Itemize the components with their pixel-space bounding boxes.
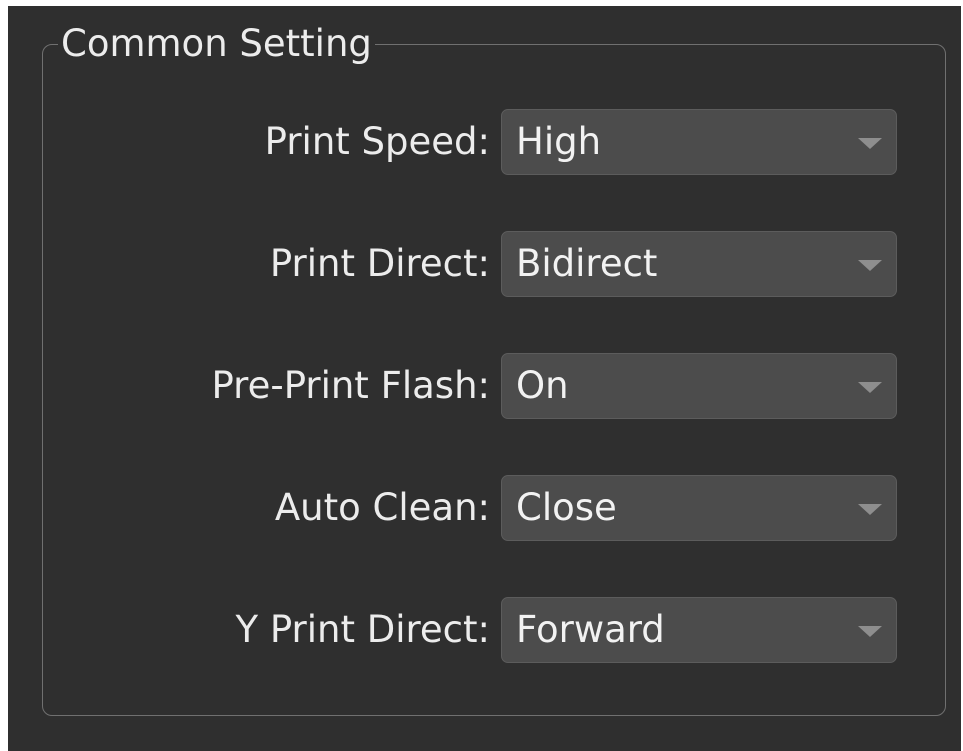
print-direct-value: Bidirect <box>516 242 658 285</box>
chevron-down-icon[interactable] <box>858 504 882 515</box>
y-print-direct-label: Y Print Direct: <box>235 608 490 651</box>
settings-panel: Common Setting Print Speed: High Print D… <box>8 6 961 751</box>
print-direct-dropdown[interactable]: Bidirect <box>501 231 897 297</box>
chevron-down-icon[interactable] <box>858 260 882 271</box>
print-direct-row: Print Direct: Bidirect <box>8 231 961 297</box>
chevron-down-icon[interactable] <box>858 138 882 149</box>
pre-print-flash-label: Pre-Print Flash: <box>211 364 490 407</box>
print-speed-dropdown[interactable]: High <box>501 109 897 175</box>
y-print-direct-dropdown[interactable]: Forward <box>501 597 897 663</box>
pre-print-flash-row: Pre-Print Flash: On <box>8 353 961 419</box>
chevron-down-icon[interactable] <box>858 626 882 637</box>
auto-clean-value: Close <box>516 486 617 529</box>
print-direct-label: Print Direct: <box>269 242 490 285</box>
y-print-direct-row: Y Print Direct: Forward <box>8 597 961 663</box>
print-speed-row: Print Speed: High <box>8 109 961 175</box>
chevron-down-icon[interactable] <box>858 382 882 393</box>
auto-clean-label: Auto Clean: <box>274 486 490 529</box>
auto-clean-dropdown[interactable]: Close <box>501 475 897 541</box>
y-print-direct-value: Forward <box>516 608 665 651</box>
pre-print-flash-value: On <box>516 364 569 407</box>
auto-clean-row: Auto Clean: Close <box>8 475 961 541</box>
group-title: Common Setting <box>58 22 375 66</box>
print-speed-label: Print Speed: <box>264 120 490 163</box>
print-speed-value: High <box>516 120 602 163</box>
pre-print-flash-dropdown[interactable]: On <box>501 353 897 419</box>
